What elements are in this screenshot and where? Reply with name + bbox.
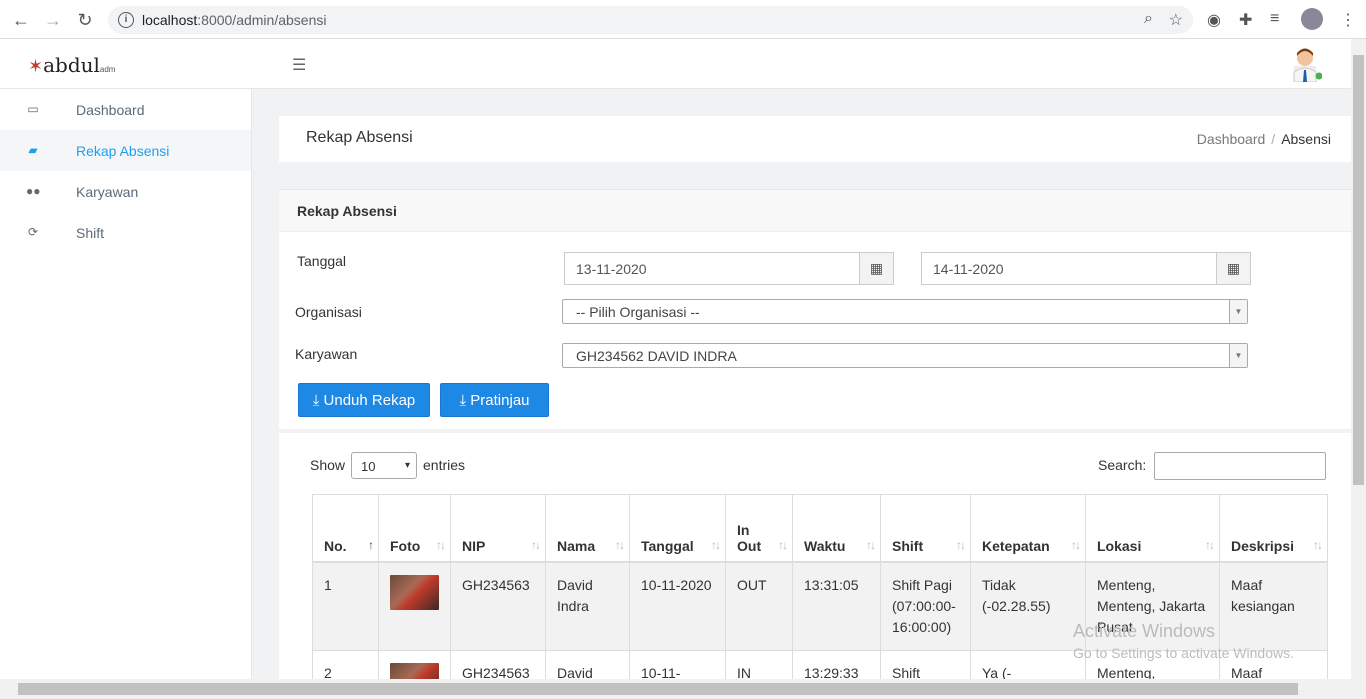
address-bar[interactable]: i localhost:8000/admin/absensi ⌕ ☆ [108,6,1193,34]
organisasi-label: Organisasi [295,304,362,320]
sort-icon: ↑↓ [531,537,541,552]
breadcrumb-dashboard[interactable]: Dashboard [1197,131,1266,147]
sort-icon: ↑↓ [778,537,788,552]
main-content: Rekap Absensi Dashboard / Absensi Rekap Ab… [252,89,1351,679]
photo-thumbnail[interactable] [390,574,439,610]
extension-icon[interactable]: ◉ [1207,10,1221,30]
col-lokasi[interactable]: Lokasi ↑↓ [1085,494,1220,563]
app-logo[interactable]: ✶abduladm [28,53,115,77]
hamburger-icon[interactable]: ☰ [292,55,306,75]
sidebar-item-karyawan[interactable]: ●● Karyawan [0,171,251,212]
vertical-scrollbar[interactable] [1351,39,1366,679]
unduh-rekap-button[interactable]: ⤓ Unduh Rekap [298,383,430,417]
refresh-icon: ⟳ [27,225,39,239]
chevron-down-icon: ▼ [1229,300,1247,323]
playlist-icon[interactable]: ≡ [1270,10,1279,28]
col-inout[interactable]: In Out ↑↓ [725,494,793,563]
back-icon[interactable]: ← [10,9,32,31]
sort-icon: ↑↓ [956,537,966,552]
app-header: ✶abduladm ☰ [0,39,1351,89]
logo-mark-icon: ✶ [28,56,44,77]
entries-label: entries [423,457,466,473]
sort-icon: ↑ [368,537,374,552]
forward-icon[interactable]: → [42,9,64,31]
calendar-icon[interactable]: ▦ [859,253,893,284]
url-text: localhost:8000/admin/absensi [142,12,327,28]
sort-icon: ↑↓ [1313,537,1323,552]
karyawan-label: Karyawan [295,346,358,362]
card-title: Rekap Absensi [297,203,397,219]
reload-icon[interactable]: ↻ [74,9,96,31]
sidebar-item-label: Rekap Absensi [76,143,170,159]
sidebar-item-dashboard[interactable]: ▭ Dashboard [0,89,251,130]
download-icon: ⤓ [459,392,467,409]
col-ketepatan[interactable]: Ketepatan ↑↓ [970,494,1086,563]
col-nip[interactable]: NIP ↑↓ [450,494,546,563]
menu-dots-icon[interactable]: ⋮ [1340,10,1356,30]
col-shift[interactable]: Shift ↑↓ [880,494,971,563]
pratinjau-button[interactable]: ⤓ Pratinjau [440,383,549,417]
date-from-input[interactable]: 13-11-2020 ▦ [564,252,894,285]
browser-toolbar: ← → ↻ i localhost:8000/admin/absensi ⌕ ☆… [0,0,1366,39]
horizontal-scrollbar[interactable] [0,679,1366,699]
sidebar-item-rekap-absensi[interactable]: ▰ Rekap Absensi [0,130,251,171]
col-tanggal[interactable]: Tanggal ↑↓ [629,494,726,563]
chevron-down-icon: ▼ [1229,344,1247,367]
col-waktu[interactable]: Waktu ↑↓ [792,494,881,563]
download-icon: ⤓ [312,392,320,409]
col-deskripsi[interactable]: Deskripsi ↑↓ [1219,494,1328,563]
sidebar-item-shift[interactable]: ⟳ Shift [0,212,251,253]
sidebar-item-label: Karyawan [76,184,139,200]
col-no[interactable]: No. ↑ [312,494,379,563]
laptop-icon: ▭ [27,102,39,116]
photo-thumbnail[interactable] [390,662,439,679]
filter-card: Rekap Absensi Tanggal 13-11-2020 ▦ 14-11… [279,189,1351,429]
windows-watermark-subtitle: Go to Settings to activate Windows. [1073,645,1294,661]
sort-icon: ↑↓ [1071,537,1081,552]
chevron-down-icon: ▾ [404,460,410,471]
table-header-row: No. ↑ Foto ↑↓ NIP ↑↓ Nama ↑↓ Tanggal ↑↓ In Out… [312,494,1328,563]
col-foto[interactable]: Foto ↑↓ [378,494,451,563]
date-to-input[interactable]: 14-11-2020 ▦ [921,252,1251,285]
sidebar: ▭ Dashboard ▰ Rekap Absensi ●● Karyawan … [0,89,252,679]
breadcrumb-current: Absensi [1281,131,1331,147]
table-card: Show 10 ▾ entries Search: No. ↑ Foto ↑↓ NIP… [279,433,1351,679]
sort-icon: ↑↓ [711,537,721,552]
sort-icon: ↑↓ [436,537,446,552]
windows-watermark-title: Activate Windows [1073,621,1216,641]
show-label: Show [310,457,346,473]
col-nama[interactable]: Nama ↑↓ [545,494,630,563]
organisasi-select[interactable]: -- Pilih Organisasi -- ▼ [562,299,1248,324]
search-input[interactable] [1154,452,1326,480]
entries-select[interactable]: 10 ▾ [351,452,417,479]
star-icon[interactable]: ☆ [1169,10,1183,30]
zoom-icon[interactable]: ⌕ [1144,10,1153,28]
profile-avatar[interactable] [1301,8,1323,30]
page-header: Rekap Absensi Dashboard / Absensi [279,116,1351,162]
sort-icon: ↑↓ [1205,537,1215,552]
info-icon[interactable]: i [118,12,134,28]
search-label: Search: [1098,457,1147,473]
book-icon: ▰ [28,143,38,157]
user-avatar[interactable] [1288,44,1322,82]
puzzle-icon[interactable]: ✚ [1239,10,1252,30]
calendar-icon[interactable]: ▦ [1216,253,1250,284]
breadcrumb: Dashboard / Absensi [1196,131,1331,147]
sort-icon: ↑↓ [866,537,876,552]
karyawan-select[interactable]: GH234562 DAVID INDRA ▼ [562,343,1248,368]
sort-icon: ↑↓ [615,537,625,552]
sidebar-item-label: Shift [76,225,105,241]
page-title: Rekap Absensi [306,129,413,146]
users-icon: ●● [26,184,41,198]
tanggal-label: Tanggal [297,253,347,269]
sidebar-item-label: Dashboard [76,102,145,118]
